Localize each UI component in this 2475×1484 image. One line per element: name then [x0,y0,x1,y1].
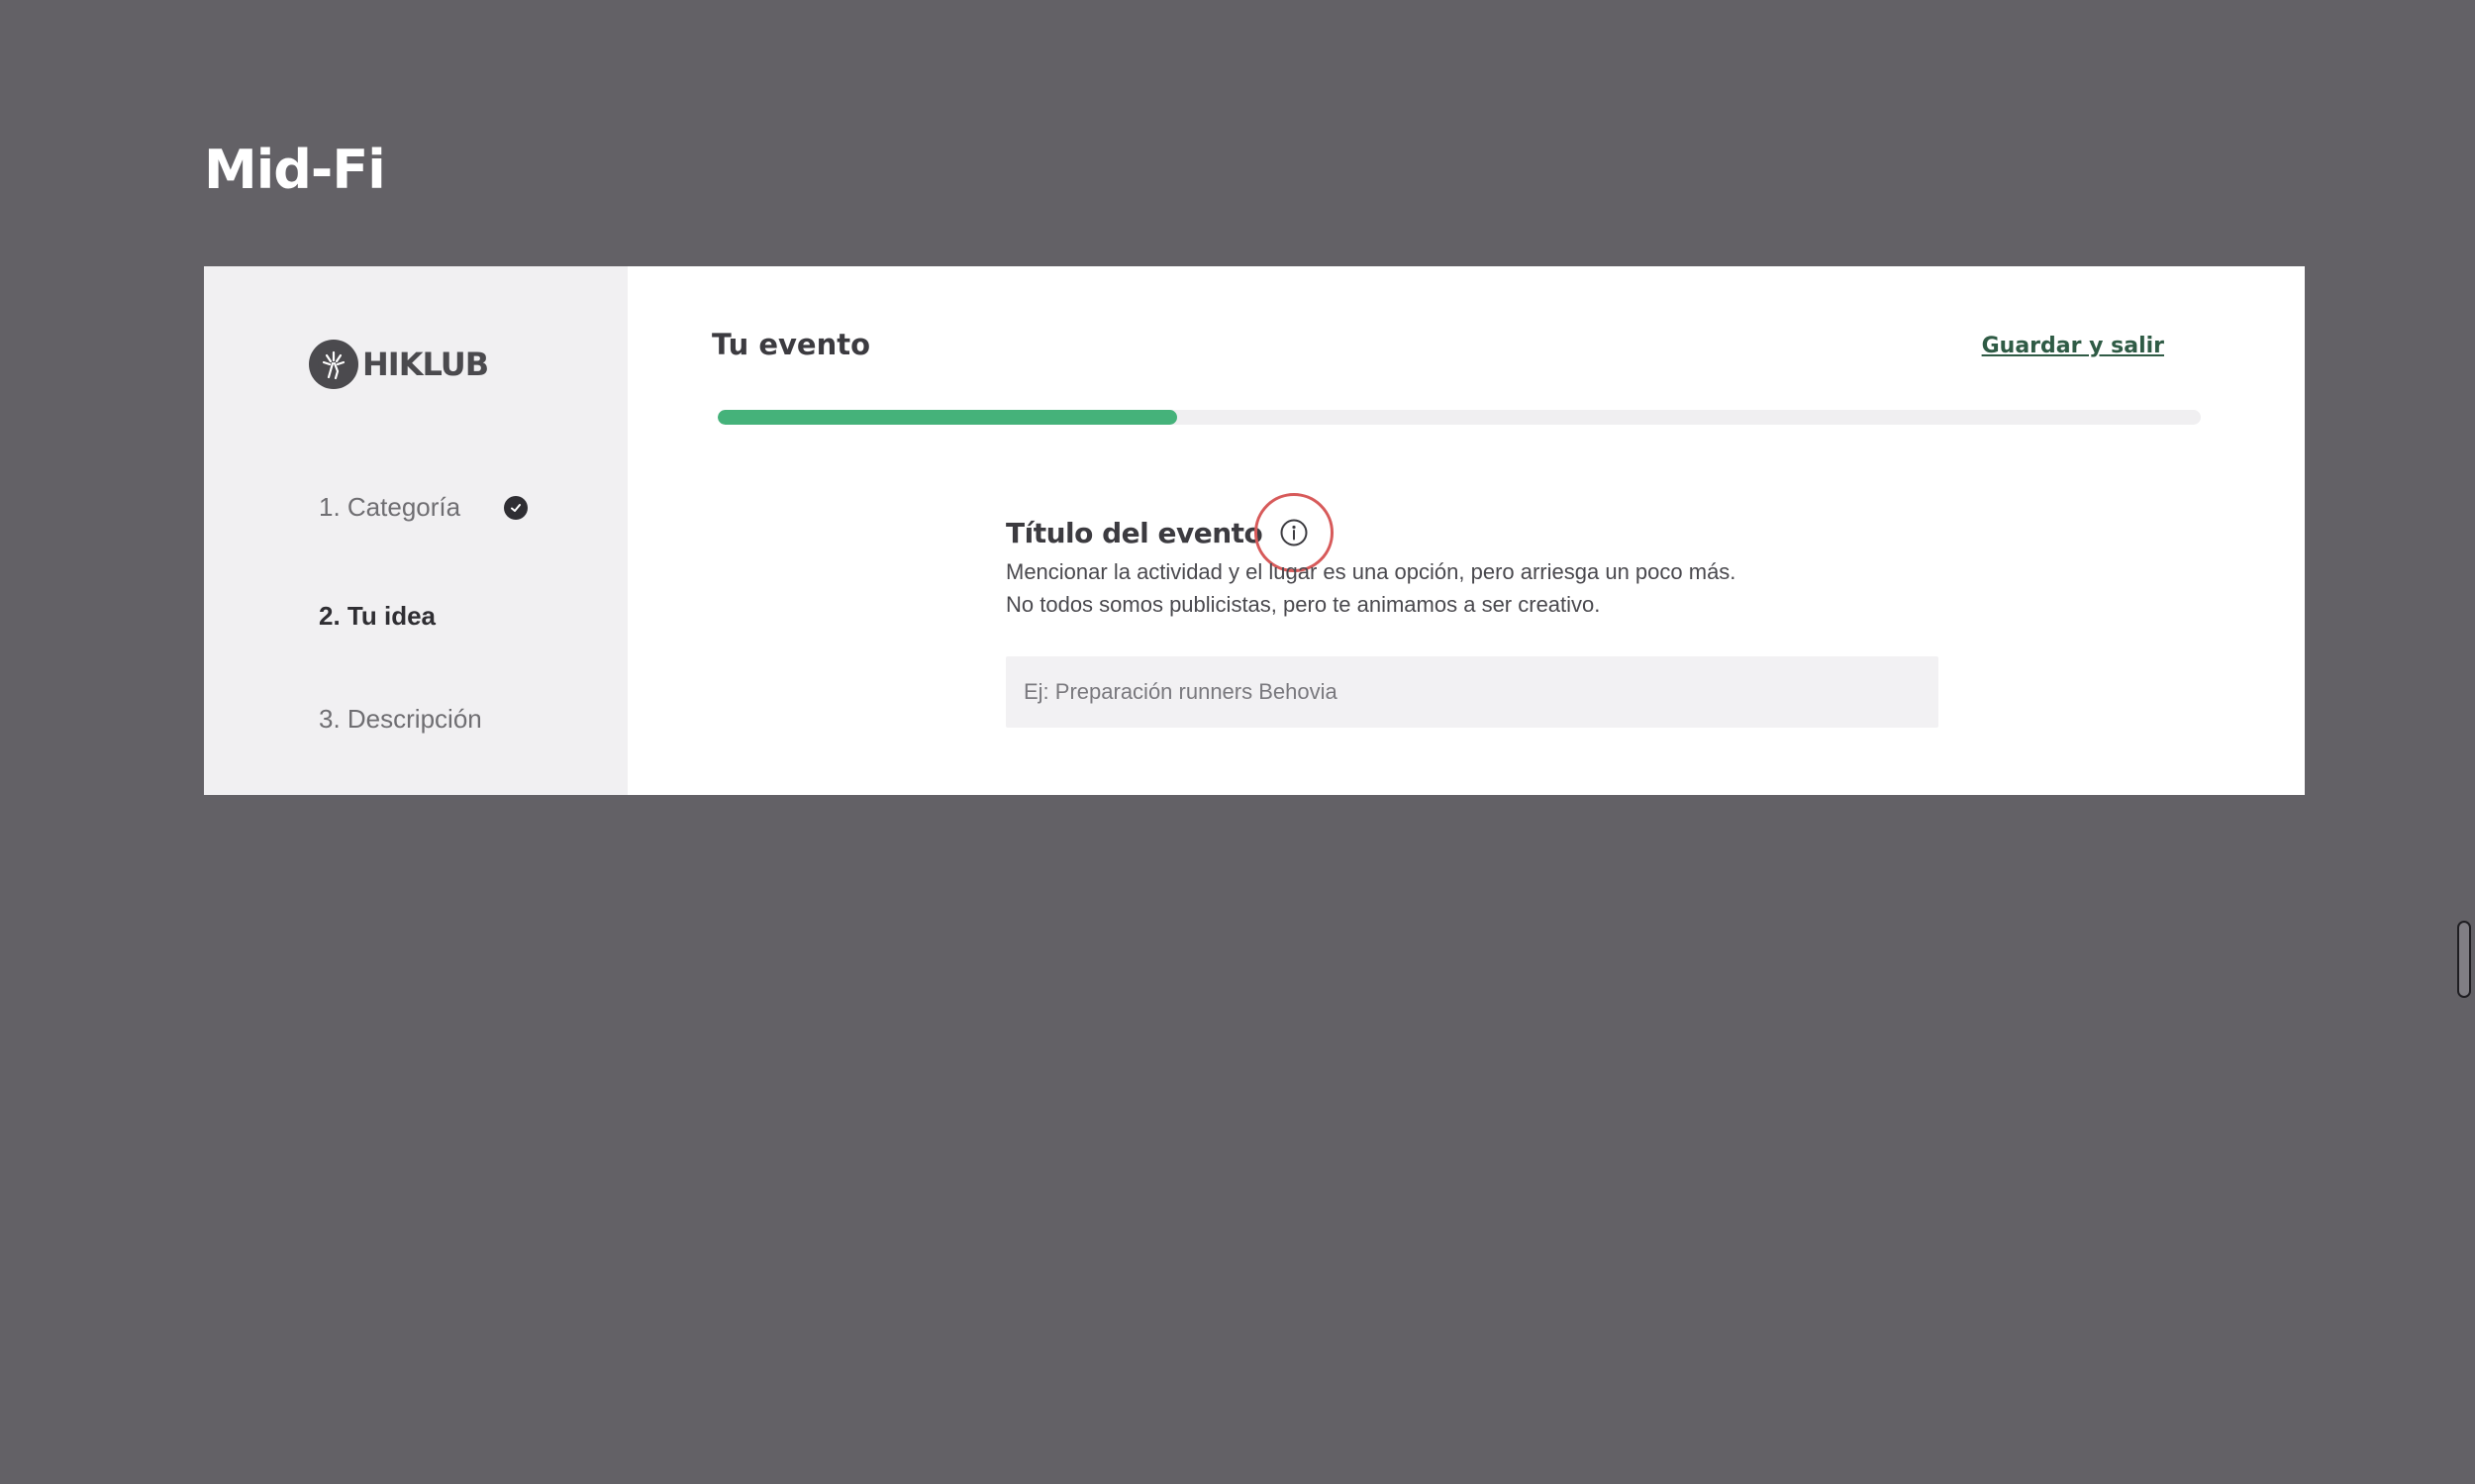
sidebar: HIKLUB 1. Categoría 2. Tu idea 3. Descri… [204,266,628,795]
sidebar-step-tu-idea[interactable]: 2. Tu idea [319,601,436,632]
main-title: Tu evento [712,328,871,361]
event-title-input[interactable] [1006,656,1938,728]
main-content: Tu evento Guardar y salir Título del eve… [628,266,2305,795]
sidebar-step-descripcion[interactable]: 3. Descripción [319,704,482,735]
step-label: 2. Tu idea [319,601,436,631]
logo[interactable]: HIKLUB [309,340,489,389]
scrollbar-thumb[interactable] [2457,921,2471,998]
logo-mark-icon [309,340,358,389]
progress-bar [718,410,2201,425]
help-line: No todos somos publicistas, pero te anim… [1006,592,1601,617]
sidebar-step-categoria[interactable]: 1. Categoría [319,492,529,523]
logo-text: HIKLUB [362,346,489,383]
check-circle-icon [504,495,529,520]
field-help-text: Mencionar la actividad y el lugar es una… [1006,555,1735,621]
progress-fill [718,410,1178,425]
save-exit-link[interactable]: Guardar y salir [1982,334,2164,358]
page-heading: Mid-Fi [204,139,386,201]
step-label: 3. Descripción [319,704,482,734]
help-line: Mencionar la actividad y el lugar es una… [1006,559,1736,584]
mockup-frame: HIKLUB 1. Categoría 2. Tu idea 3. Descri… [204,266,2305,795]
field-title: Título del evento [1006,516,1263,549]
step-label: 1. Categoría [319,492,461,522]
